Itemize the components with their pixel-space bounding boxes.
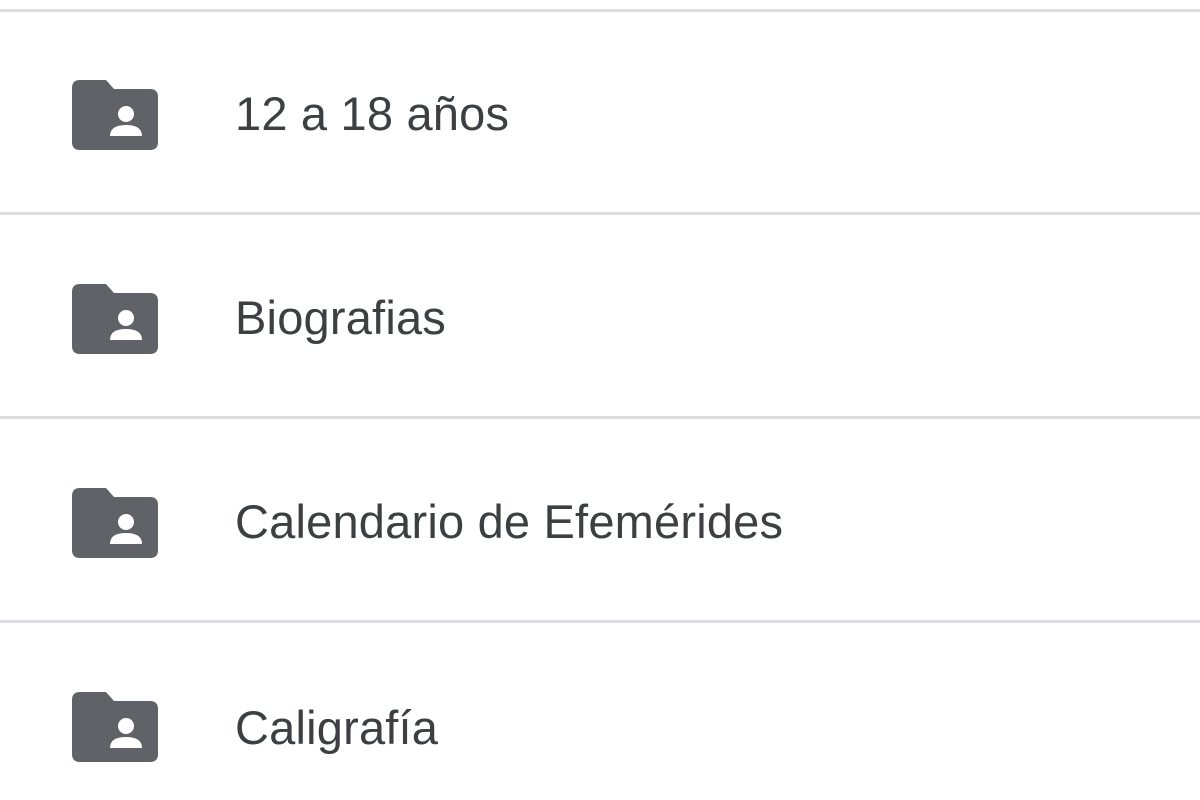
folder-name: Calendario de Efemérides	[235, 495, 784, 548]
shared-folder-icon	[72, 284, 158, 354]
list-divider	[0, 9, 1200, 12]
shared-folder-icon	[72, 692, 158, 762]
folder-name: Caligrafía	[235, 701, 439, 754]
folder-row[interactable]: 12 a 18 años	[0, 14, 1200, 215]
folder-name: 12 a 18 años	[235, 87, 510, 140]
folder-list: 12 a 18 años Biografias Calendario de Ef…	[0, 0, 1200, 800]
shared-folder-icon	[72, 488, 158, 558]
folder-row[interactable]: Caligrafía	[0, 626, 1200, 800]
folder-row[interactable]: Calendario de Efemérides	[0, 422, 1200, 623]
shared-folder-icon	[72, 80, 158, 150]
folder-row[interactable]: Biografias	[0, 218, 1200, 419]
folder-name: Biografias	[235, 291, 446, 344]
